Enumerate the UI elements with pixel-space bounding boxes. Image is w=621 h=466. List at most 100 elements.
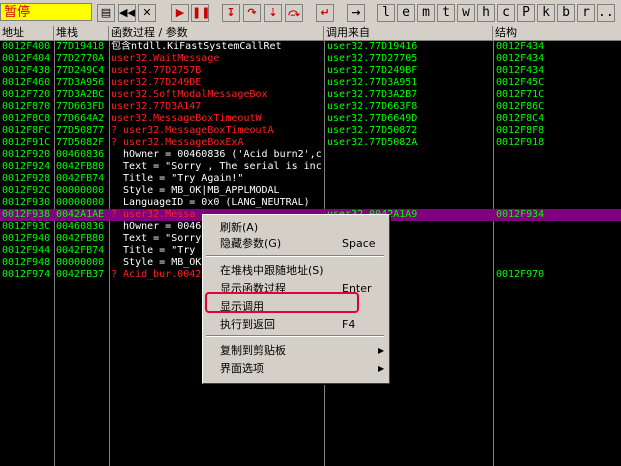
execute-till-return-icon[interactable]: ↵ — [316, 4, 334, 22]
menu-item-label: 复制到剪贴板 — [220, 344, 286, 357]
cell-stack: 77D3A2BC — [56, 89, 105, 100]
table-row[interactable]: 0012F92C 00000000 Style = MB_OK|MB_APPLMO… — [0, 185, 621, 197]
step-over-icon[interactable]: ↷ — [243, 4, 261, 22]
view-window-button-5[interactable]: h — [477, 4, 495, 22]
restart-icon[interactable]: ◀◀ — [118, 4, 136, 22]
view-window-button-7[interactable]: P — [517, 4, 535, 22]
cell-addr: 0012F920 — [2, 149, 51, 160]
cell-proc: ? user32.MessageBoxExA — [111, 137, 244, 148]
cell-frame — [496, 173, 616, 185]
cell-stack: 0042FB74 — [56, 173, 105, 184]
column-header-address[interactable]: 地址 — [0, 26, 54, 40]
view-window-button-11[interactable]: ... — [597, 4, 615, 22]
cell-stack: 00460836 — [56, 221, 105, 232]
cell-frame: 0012F434 — [496, 41, 545, 52]
close-icon[interactable]: ✕ — [138, 4, 156, 22]
cell-frame: 0012F970 — [496, 269, 545, 280]
cell-frame: 0012F45C — [496, 77, 545, 88]
view-window-button-8[interactable]: k — [537, 4, 555, 22]
cell-from — [327, 185, 492, 197]
cell-stack: 77D663FD — [56, 101, 105, 112]
open-icon[interactable]: ▤ — [97, 4, 115, 22]
table-row[interactable]: 0012F8C8 77D664A2 user32.MessageBoxTimeout… — [0, 113, 621, 125]
cell-from: user32.77D50872 — [327, 125, 418, 136]
cell-addr: 0012F92C — [2, 185, 51, 196]
menu-item-8[interactable]: 复制到剪贴板 ▶ — [203, 343, 389, 359]
trace-into-icon[interactable]: ⇣ — [264, 4, 282, 22]
cell-from — [327, 197, 492, 209]
status-indicator: 暂停 — [0, 3, 92, 21]
view-window-button-4[interactable]: w — [457, 4, 475, 22]
view-window-button-2[interactable]: m — [417, 4, 435, 22]
cell-proc: hOwner = 00460836 ('Acid burn2',c — [111, 149, 321, 160]
menu-item-0[interactable]: 刷新(A) — [203, 220, 389, 236]
view-window-button-9[interactable]: b — [557, 4, 575, 22]
cell-proc: LanguageID = 0x0 (LANG_NEUTRAL) — [111, 197, 310, 208]
submenu-arrow-icon: ▶ — [378, 364, 385, 373]
cell-addr: 0012F91C — [2, 137, 51, 148]
column-header-called-from[interactable]: 调用来自 — [324, 26, 493, 40]
cell-from — [327, 173, 492, 185]
cell-proc: user32.77D2757B — [111, 65, 202, 76]
cell-addr: 0012F720 — [2, 89, 51, 100]
menu-item-shortcut: F4 — [342, 318, 356, 331]
view-window-button-0[interactable]: l — [377, 4, 395, 22]
cell-from: user32.77D3A951 — [327, 77, 418, 88]
view-window-button-10[interactable]: r — [577, 4, 595, 22]
column-header-frame[interactable]: 结构 — [493, 26, 621, 40]
cell-frame — [496, 149, 616, 161]
annotation-highlight-box — [205, 292, 359, 313]
view-window-button-3[interactable]: t — [437, 4, 455, 22]
cell-stack: 77D19418 — [56, 41, 105, 52]
pause-icon[interactable]: ❚❚ — [191, 4, 209, 22]
cell-addr: 0012F938 — [2, 209, 51, 220]
menu-item-6[interactable]: 执行到返回 F4 — [203, 317, 389, 333]
step-into-icon[interactable]: ↧ — [222, 4, 240, 22]
table-row[interactable]: 0012F920 00460836 hOwner = 00460836 ('Aci… — [0, 149, 621, 161]
cell-stack: 00000000 — [56, 197, 105, 208]
cell-proc: user32.MessageBoxTimeoutW — [111, 113, 262, 124]
table-row[interactable]: 0012F924 0042FB80 Text = "Sorry , The ser… — [0, 161, 621, 173]
column-header-stack[interactable]: 堆栈 — [54, 26, 109, 40]
cell-stack: 0042FB37 — [56, 269, 105, 280]
table-row[interactable]: 0012F870 77D663FD user32.77D3A147 user32.77… — [0, 101, 621, 113]
table-row[interactable]: 0012F438 77D249C4 user32.77D2757B user32.77… — [0, 65, 621, 77]
cell-proc: 包含ntdll.KiFastSystemCallRet — [111, 41, 282, 52]
cell-addr: 0012F400 — [2, 41, 51, 52]
table-row[interactable]: 0012F400 77D19418 包含ntdll.KiFastSystemCall… — [0, 41, 621, 53]
column-header: 地址 堆栈 函数过程 / 参数 调用来自 结构 — [0, 26, 621, 41]
cell-from: user32.77D6649D — [327, 113, 418, 124]
menu-item-label: 在堆栈中跟随地址(S) — [220, 264, 324, 277]
cell-stack: 77D50877 — [56, 125, 105, 136]
trace-over-icon[interactable]: ⤼ — [285, 4, 303, 22]
cell-frame — [496, 233, 616, 245]
table-row[interactable]: 0012F460 77D3A956 user32.77D249DE user32.77… — [0, 77, 621, 89]
table-row[interactable]: 0012F404 77D2770A user32.WaitMessage user32… — [0, 53, 621, 65]
table-row[interactable]: 0012F930 00000000 LanguageID = 0x0 (LANG_… — [0, 197, 621, 209]
menu-item-3[interactable]: 在堆栈中跟随地址(S) — [203, 263, 389, 279]
table-row[interactable]: 0012F8FC 77D50877 ? user32.MessageBoxTimeo… — [0, 125, 621, 137]
cell-stack: 0042FB80 — [56, 161, 105, 172]
cell-stack: 00000000 — [56, 257, 105, 268]
cell-from: user32.77D5082A — [327, 137, 418, 148]
view-window-button-6[interactable]: c — [497, 4, 515, 22]
run-icon[interactable]: ▶ — [171, 4, 189, 22]
cell-addr: 0012F8C8 — [2, 113, 51, 124]
table-row[interactable]: 0012F928 0042FB74 Title = "Try Again!" — [0, 173, 621, 185]
cell-proc: ? user32.MessageBoxTimeoutA — [111, 125, 274, 136]
menu-separator — [206, 255, 384, 257]
view-window-button-1[interactable]: e — [397, 4, 415, 22]
menu-item-label: 隐藏参数(G) — [220, 237, 282, 250]
column-header-procedure[interactable]: 函数过程 / 参数 — [109, 26, 324, 40]
goto-icon[interactable]: → — [347, 4, 365, 22]
cell-from: user32.77D663F8 — [327, 101, 418, 112]
cell-proc: user32.77D249DE — [111, 77, 202, 88]
menu-item-9[interactable]: 界面选项 ▶ — [203, 361, 389, 377]
table-row[interactable]: 0012F720 77D3A2BC user32.SoftModalMessageB… — [0, 89, 621, 101]
table-row[interactable]: 0012F91C 77D5082F ? user32.MessageBoxExA us… — [0, 137, 621, 149]
submenu-arrow-icon: ▶ — [378, 346, 385, 355]
cell-from: user32.77D249BF — [327, 65, 418, 76]
menu-item-1[interactable]: 隐藏参数(G) Space — [203, 236, 389, 252]
cell-addr: 0012F438 — [2, 65, 51, 76]
cell-from — [327, 161, 492, 173]
